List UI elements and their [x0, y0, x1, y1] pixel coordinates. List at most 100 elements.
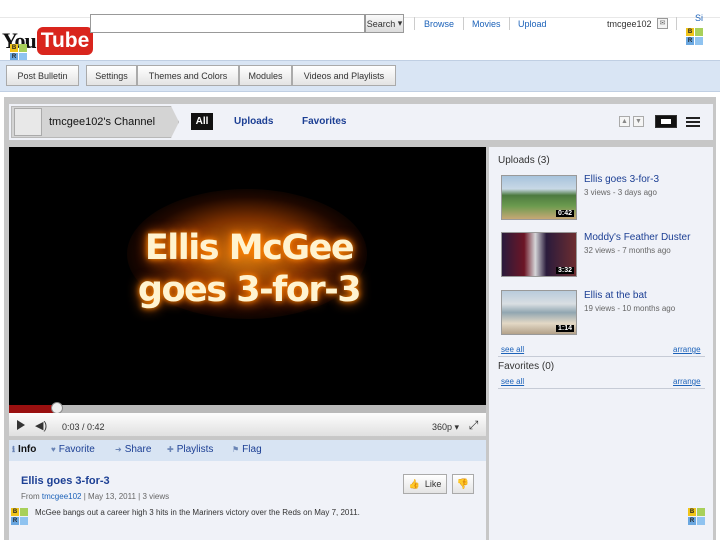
upload-title[interactable]: Ellis goes 3-for-3 [584, 174, 659, 185]
post-bulletin-button[interactable]: Post Bulletin [6, 65, 79, 86]
channel-name: tmcgee102's Channel [49, 116, 156, 128]
tab-flag-label: Flag [242, 444, 262, 455]
upload-meta: 19 views - 10 months ago [584, 304, 676, 313]
search-input[interactable] [90, 14, 365, 33]
progress-bar[interactable] [9, 405, 486, 413]
like-label: Like [424, 479, 442, 489]
view-count: 3 views [142, 492, 170, 501]
upload-meta: 32 views - 7 months ago [584, 246, 671, 255]
video-thumbnail[interactable]: 0:42 [501, 175, 577, 220]
video-title-line-2: goes 3-for-3 [137, 270, 362, 310]
movies-link[interactable]: Movies [472, 19, 501, 29]
tab-uploads[interactable]: Uploads [234, 116, 273, 127]
upload-date: May 13, 2011 [88, 492, 136, 501]
tab-share-label: Share [124, 444, 152, 455]
video-title-line-1: Ellis McGee [144, 228, 355, 268]
browse-link[interactable]: Browse [424, 19, 454, 29]
tab-playlists-label: Playlists [176, 444, 214, 455]
quality-label: 360p [432, 422, 453, 432]
fullscreen-icon[interactable]: ⤢ [466, 418, 481, 433]
thumbs-up-icon: 👍 [408, 478, 420, 489]
upload-link[interactable]: Upload [518, 19, 547, 29]
tab-all[interactable]: All [191, 113, 213, 130]
search-button-label: Search [366, 18, 396, 29]
themes-colors-button[interactable]: Themes and Colors [137, 65, 239, 86]
video-title-card: Ellis McGee goes 3-for-3 [104, 227, 394, 311]
play-icon[interactable] [17, 420, 25, 430]
divider [676, 17, 677, 30]
video-player[interactable]: Ellis McGee goes 3-for-3 [9, 147, 486, 405]
block-blank [20, 508, 28, 516]
video-thumbnail[interactable]: 1:14 [501, 290, 577, 335]
divider [414, 17, 415, 30]
block-r: R [686, 37, 694, 45]
duration-badge: 0:42 [555, 210, 574, 217]
settings-button[interactable]: Settings [86, 65, 137, 86]
block-b: B [10, 44, 18, 52]
uploads-see-all-link[interactable]: see all [501, 345, 524, 354]
volume-icon[interactable]: ◀) [35, 419, 47, 432]
block-blank [19, 44, 27, 52]
avatar[interactable] [14, 108, 42, 136]
block-blank [697, 517, 705, 525]
logo-tube: Tube [36, 27, 94, 55]
block-r: R [688, 517, 696, 525]
uploader-link[interactable]: tmcgee102 [42, 492, 82, 501]
duration-badge: 3:32 [555, 267, 574, 274]
block-b: B [688, 508, 696, 516]
uploads-heading: Uploads (3) [498, 155, 550, 166]
info-icon: ℹ [12, 445, 16, 454]
tab-share[interactable]: ➜ Share [115, 444, 151, 455]
quality-selector[interactable]: 360p ▾ [432, 422, 459, 433]
block-b: B [686, 28, 694, 36]
divider [463, 17, 464, 30]
search-button[interactable]: Search ▾ [365, 14, 404, 33]
tab-info-label: Info [18, 444, 37, 455]
dislike-button[interactable]: 👎 [452, 474, 474, 494]
tab-info[interactable]: ℹ Info [12, 444, 36, 455]
tab-favorites[interactable]: Favorites [302, 116, 346, 127]
block-b: B [11, 508, 19, 516]
tab-flag[interactable]: ⚑ Flag [232, 444, 262, 455]
favorites-arrange-link[interactable]: arrange [673, 377, 701, 386]
letter-blocks-icon: B R [688, 508, 705, 525]
sign-out-link[interactable]: Si [695, 14, 703, 23]
share-icon: ➜ [115, 445, 122, 454]
tab-favorite[interactable]: ♥ Favorite [51, 444, 95, 455]
thumbs-down-icon: 👎 [456, 478, 470, 490]
move-down-icon[interactable]: ▼ [633, 116, 644, 127]
time-display: 0:03 / 0:42 [62, 422, 105, 432]
from-label: From [21, 492, 40, 501]
favorites-heading: Favorites (0) [498, 361, 555, 372]
move-up-icon[interactable]: ▲ [619, 116, 630, 127]
video-title: Ellis goes 3-for-3 [21, 475, 110, 487]
videos-playlists-button[interactable]: Videos and Playlists [292, 65, 396, 86]
video-description: McGee bangs out a career high 3 hits in … [35, 508, 360, 517]
block-blank [697, 508, 705, 516]
progress-fill [9, 405, 56, 413]
modules-button[interactable]: Modules [239, 65, 292, 86]
username-link[interactable]: tmcgee102 [607, 19, 652, 29]
heart-icon: ♥ [51, 445, 56, 454]
block-r: R [11, 517, 19, 525]
duration-badge: 1:14 [555, 325, 574, 332]
upload-title[interactable]: Ellis at the bat [584, 290, 647, 301]
divider [498, 356, 705, 357]
player-view-icon[interactable] [655, 115, 677, 128]
uploads-arrange-link[interactable]: arrange [673, 345, 701, 354]
like-button[interactable]: 👍 Like [403, 474, 447, 494]
inbox-icon[interactable]: ✉ [657, 18, 668, 29]
tab-favorite-label: Favorite [58, 444, 95, 455]
upload-meta: 3 views - 3 days ago [584, 188, 657, 197]
favorites-see-all-link[interactable]: see all [501, 377, 524, 386]
upload-title[interactable]: Moddy's Feather Duster [584, 232, 690, 243]
letter-blocks-icon: B R [11, 508, 28, 525]
divider [498, 388, 705, 389]
grid-view-icon[interactable] [686, 115, 700, 128]
block-blank [695, 28, 703, 36]
video-thumbnail[interactable]: 3:32 [501, 232, 577, 277]
divider [509, 17, 510, 30]
block-blank [695, 37, 703, 45]
plus-icon: ✚ [167, 445, 174, 454]
tab-playlists[interactable]: ✚ Playlists [167, 444, 213, 455]
